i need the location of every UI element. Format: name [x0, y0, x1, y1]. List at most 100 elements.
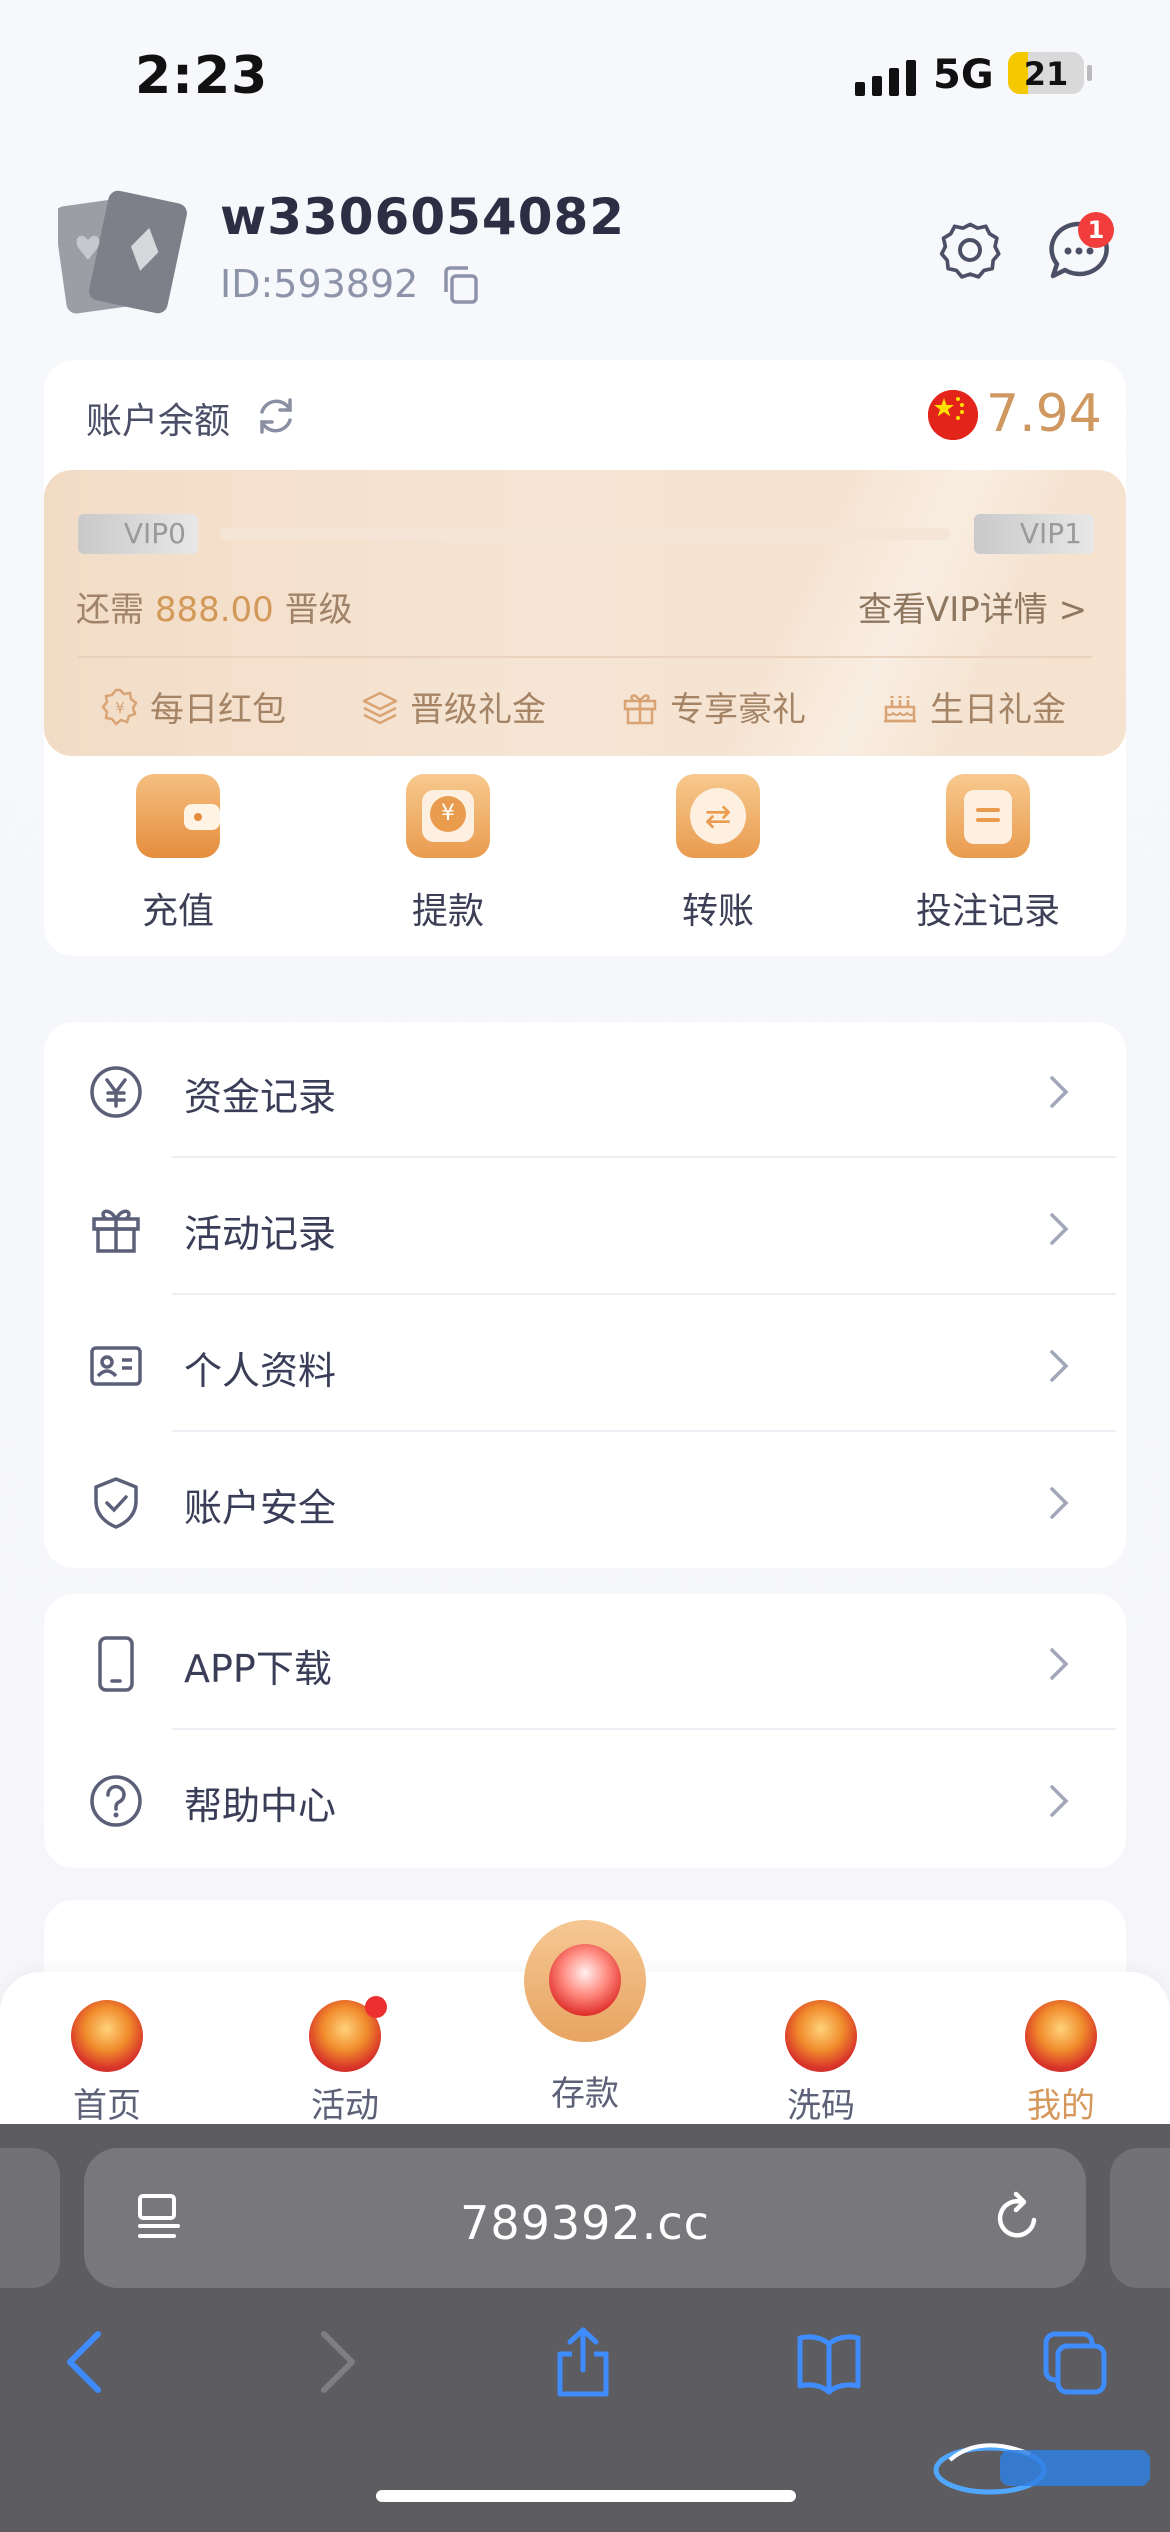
signal-icon	[855, 60, 916, 96]
menu-item-activity-records[interactable]: 活动记录	[44, 1159, 1126, 1295]
vip-current-level: VIP0	[78, 514, 198, 554]
tab-label: 洗码	[787, 2086, 855, 2126]
divider	[172, 1728, 1116, 1730]
chevron-right-icon	[1050, 1076, 1069, 1108]
deposit-action[interactable]: 充值	[78, 774, 278, 934]
vip-detail-link[interactable]: 查看VIP详情 >	[858, 582, 1087, 631]
bet-records-action[interactable]: 投注记录	[888, 774, 1088, 934]
network-type: 5G	[933, 52, 994, 98]
refresh-icon[interactable]	[254, 394, 298, 438]
perk-label: 专享豪礼	[670, 690, 806, 730]
yuan-circle-icon	[90, 1066, 142, 1118]
battery-tip	[1087, 65, 1092, 81]
gear-icon[interactable]	[938, 218, 1002, 282]
menu-item-label: 个人资料	[184, 1349, 337, 1393]
activity-icon	[309, 1996, 387, 2072]
cake-icon	[884, 695, 916, 722]
home-indicator	[376, 2490, 796, 2502]
vip-progress-bar	[220, 528, 950, 540]
tab-label: 我的	[1027, 2086, 1095, 2126]
svg-text:¥: ¥	[115, 699, 125, 717]
help-icon	[90, 1775, 142, 1827]
deposit-icon	[549, 1944, 621, 2016]
home-icon	[71, 2000, 143, 2072]
quick-action-label: 投注记录	[915, 891, 1060, 932]
divider	[172, 1430, 1116, 1432]
divider	[172, 1156, 1116, 1158]
vip-need-prefix: 还需	[76, 590, 144, 630]
notification-badge: 1	[1078, 212, 1114, 248]
menu-item-label: APP下载	[184, 1647, 332, 1691]
tab-rebate[interactable]: 洗码	[746, 2000, 896, 2127]
vip-requirement: 还需 888.00 晋级	[76, 582, 353, 631]
perk-label: 每日红包	[150, 690, 286, 730]
withdraw-action[interactable]: ¥ 提款	[348, 774, 548, 934]
reload-icon[interactable]	[990, 2188, 1046, 2248]
tab-label: 首页	[73, 2086, 141, 2126]
chevron-right-icon	[1050, 1213, 1069, 1245]
bookmarks-icon[interactable]	[794, 2324, 864, 2400]
battery-icon: 21	[1008, 52, 1084, 94]
tab-home[interactable]: 首页	[32, 2000, 182, 2127]
vip-need-amount: 888.00	[154, 590, 274, 630]
menu-item-help-center[interactable]: 帮助中心	[44, 1731, 1126, 1867]
tab-deposit-button[interactable]	[524, 1920, 646, 2042]
menu-item-account-security[interactable]: 账户安全	[44, 1433, 1126, 1569]
tab-label: 活动	[311, 2086, 379, 2126]
chevron-right-icon	[1050, 1350, 1069, 1382]
id-card-icon	[90, 1346, 142, 1386]
vip-next-level: VIP1	[974, 514, 1094, 554]
wallet-icon	[136, 774, 220, 858]
shield-icon	[94, 1477, 138, 1529]
perk-upgrade-bonus[interactable]: 晋级礼金	[360, 682, 546, 731]
layers-icon	[362, 691, 398, 724]
menu-group-support: APP下载 帮助中心	[44, 1594, 1126, 1868]
menu-group-records: 资金记录 活动记录 个人资料 账户安全	[44, 1022, 1126, 1568]
menu-item-app-download[interactable]: APP下载	[44, 1594, 1126, 1730]
forward-icon[interactable]	[300, 2324, 370, 2400]
redpacket-icon: ¥	[101, 688, 138, 726]
gift-icon	[623, 693, 657, 724]
rebate-icon	[785, 2000, 857, 2072]
yuan-icon: ¥	[406, 774, 490, 858]
perk-label: 生日礼金	[930, 690, 1066, 730]
menu-item-label: 资金记录	[184, 1075, 337, 1119]
tabs-icon[interactable]	[1040, 2324, 1110, 2400]
tab-mine[interactable]: 我的	[986, 2000, 1136, 2127]
transfer-action[interactable]: ⇄ 转账	[618, 774, 818, 934]
balance-label: 账户余额	[86, 401, 231, 442]
gift-icon	[92, 1209, 140, 1253]
chevron-right-icon	[1050, 1785, 1069, 1817]
unread-dot	[365, 1996, 387, 2018]
chevron-right-icon	[1050, 1487, 1069, 1519]
profile-icon	[1025, 2000, 1097, 2072]
username: w3306054082	[220, 188, 626, 246]
vip-need-suffix: 晋级	[284, 590, 353, 630]
quick-action-label: 提款	[411, 891, 484, 932]
transfer-icon: ⇄	[676, 774, 760, 858]
balance-value: 7.94	[986, 384, 1102, 444]
share-icon[interactable]	[548, 2324, 618, 2400]
perk-label: 晋级礼金	[410, 690, 546, 730]
copy-icon[interactable]	[440, 264, 480, 306]
menu-item-profile[interactable]: 个人资料	[44, 1296, 1126, 1432]
phone-icon	[98, 1636, 134, 1692]
back-icon[interactable]	[52, 2324, 122, 2400]
perk-birthday-gift[interactable]: 生日礼金	[880, 682, 1066, 731]
tab-activity[interactable]: 活动	[270, 1996, 420, 2127]
status-time: 2:23	[135, 46, 269, 106]
quick-action-label: 充值	[141, 891, 214, 932]
perk-exclusive-gift[interactable]: 专享豪礼	[620, 682, 806, 731]
tab-deposit-label: 存款	[551, 2074, 619, 2114]
menu-item-label: 账户安全	[184, 1486, 337, 1530]
chevron-right-icon	[1050, 1648, 1069, 1680]
user-id: ID:593892	[220, 262, 419, 306]
clipboard-icon	[946, 774, 1030, 858]
china-flag-icon	[928, 390, 978, 440]
divider	[172, 1293, 1116, 1295]
menu-item-label: 帮助中心	[184, 1784, 337, 1828]
avatar[interactable]	[58, 188, 198, 318]
perk-daily-redpacket[interactable]: ¥ 每日红包	[100, 682, 286, 731]
menu-item-fund-records[interactable]: 资金记录	[44, 1022, 1126, 1158]
battery-level: 21	[1023, 55, 1069, 93]
